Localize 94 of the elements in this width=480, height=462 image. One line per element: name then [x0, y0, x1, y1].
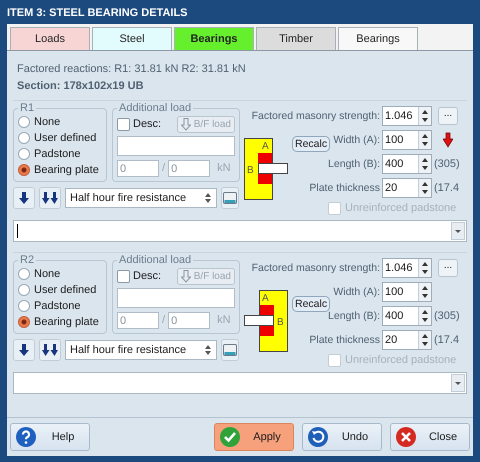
screen-button[interactable]	[221, 187, 239, 209]
fire-resistance-dropdown[interactable]: Half hour fire resistance	[65, 340, 217, 360]
radio-button[interactable]	[18, 284, 30, 296]
masonry-label: Factored masonry strength:	[252, 262, 380, 274]
close-icon	[395, 426, 417, 448]
footer-button[interactable]: Close	[390, 423, 470, 451]
down-arrow-button[interactable]	[13, 187, 35, 209]
thickness-label: Plate thickness	[309, 334, 380, 346]
length-label: Length (B):	[328, 310, 380, 322]
group-label: R1	[20, 102, 34, 114]
group-label: Additional load	[119, 254, 192, 266]
radio-label[interactable]: Padstone	[34, 148, 80, 160]
caret-icon	[454, 380, 462, 386]
group-label: R2	[20, 254, 34, 266]
unit-label: kN	[217, 162, 231, 174]
plate-block	[260, 326, 274, 336]
more-button[interactable]: ...	[438, 107, 458, 125]
radio-button[interactable]	[18, 164, 30, 176]
separator-text: /	[162, 314, 166, 326]
checkbox-label[interactable]: Desc:	[133, 118, 162, 130]
check-icon	[219, 426, 241, 448]
radio-button[interactable]	[18, 316, 30, 328]
radio-button[interactable]	[18, 148, 30, 160]
radio-label[interactable]: User defined	[34, 132, 96, 144]
more-button[interactable]: ...	[438, 259, 458, 277]
unit-label: kN	[217, 314, 231, 326]
section-text: Section: 178x102x19 UB	[17, 80, 145, 93]
fire-resistance-dropdown[interactable]: Half hour fire resistance	[65, 188, 217, 208]
double-down-arrow-icon	[42, 343, 58, 357]
double-down-arrow-button[interactable]	[39, 339, 61, 361]
radio-button[interactable]	[18, 116, 30, 128]
window-title: ITEM 3: STEEL BEARING DETAILS	[6, 6, 188, 21]
radio-button[interactable]	[18, 132, 30, 144]
screen-icon	[223, 192, 237, 204]
beam-block	[244, 315, 274, 326]
checkbox[interactable]	[117, 270, 130, 282]
diagram-label: B	[277, 317, 284, 328]
recalc-button[interactable]: Recalc	[292, 296, 330, 312]
down-arrow-icon	[18, 191, 30, 205]
radio-label[interactable]: User defined	[34, 284, 96, 296]
double-down-arrow-icon	[42, 191, 58, 205]
notes-field[interactable]	[13, 372, 467, 394]
description-field[interactable]	[117, 288, 235, 308]
plate-block	[260, 305, 274, 315]
help-icon	[15, 426, 37, 448]
diagram-label: A	[262, 293, 269, 304]
width-label: Width (A):	[333, 134, 380, 146]
radio-label[interactable]: Padstone	[34, 300, 80, 312]
footer-button[interactable]: Help	[10, 423, 90, 451]
tab[interactable]: Loads	[10, 27, 90, 50]
description-field[interactable]	[117, 136, 235, 156]
tab[interactable]: Timber	[256, 27, 336, 50]
checkbox[interactable]	[117, 118, 130, 130]
screen-icon	[223, 344, 237, 356]
diagram-label: B	[247, 165, 254, 176]
caret-icon	[454, 228, 462, 234]
group-label: Additional load	[119, 102, 192, 114]
down-arrow-button[interactable]	[13, 339, 35, 361]
notes-field[interactable]	[13, 220, 467, 242]
footer-button[interactable]: Apply	[214, 423, 294, 451]
up-down-icon	[204, 192, 212, 204]
screen-button[interactable]	[221, 339, 239, 361]
radio-label[interactable]: Bearing plate	[34, 316, 99, 328]
down-arrow-icon	[180, 270, 191, 282]
down-arrow-icon	[18, 343, 30, 357]
length-note: (305)	[434, 310, 461, 322]
recalc-button[interactable]: Recalc	[292, 136, 330, 152]
thickness-note: (17.4	[434, 182, 460, 194]
up-down-icon	[204, 344, 212, 356]
radio-label[interactable]: None	[34, 268, 60, 280]
diagram-label: A	[262, 141, 269, 152]
radio-button[interactable]	[18, 268, 30, 280]
checkbox-label[interactable]: Desc:	[133, 270, 162, 282]
separator-text: /	[162, 162, 166, 174]
masonry-label: Factored masonry strength:	[252, 110, 380, 122]
length-label: Length (B):	[328, 158, 380, 170]
double-down-arrow-button[interactable]	[39, 187, 61, 209]
plate-block	[258, 153, 272, 163]
reactions-text: Factored reactions: R1: 31.81 kN R2: 31.81 kN	[17, 63, 247, 76]
length-note: (305)	[434, 158, 461, 170]
thickness-label: Plate thickness	[309, 182, 380, 194]
tab[interactable]: Bearings	[174, 27, 254, 50]
radio-label[interactable]: Bearing plate	[34, 164, 99, 176]
tab[interactable]: Steel	[92, 27, 172, 50]
tab[interactable]: Bearings	[338, 27, 418, 50]
width-label: Width (A):	[333, 286, 380, 298]
beam-block	[258, 163, 288, 174]
radio-label[interactable]: None	[34, 116, 60, 128]
thickness-note: (17.4	[434, 334, 460, 346]
radio-button[interactable]	[18, 300, 30, 312]
undo-icon	[307, 426, 329, 448]
plate-block	[258, 174, 272, 184]
down-arrow-icon	[180, 118, 191, 130]
footer-button[interactable]: Undo	[302, 423, 382, 451]
